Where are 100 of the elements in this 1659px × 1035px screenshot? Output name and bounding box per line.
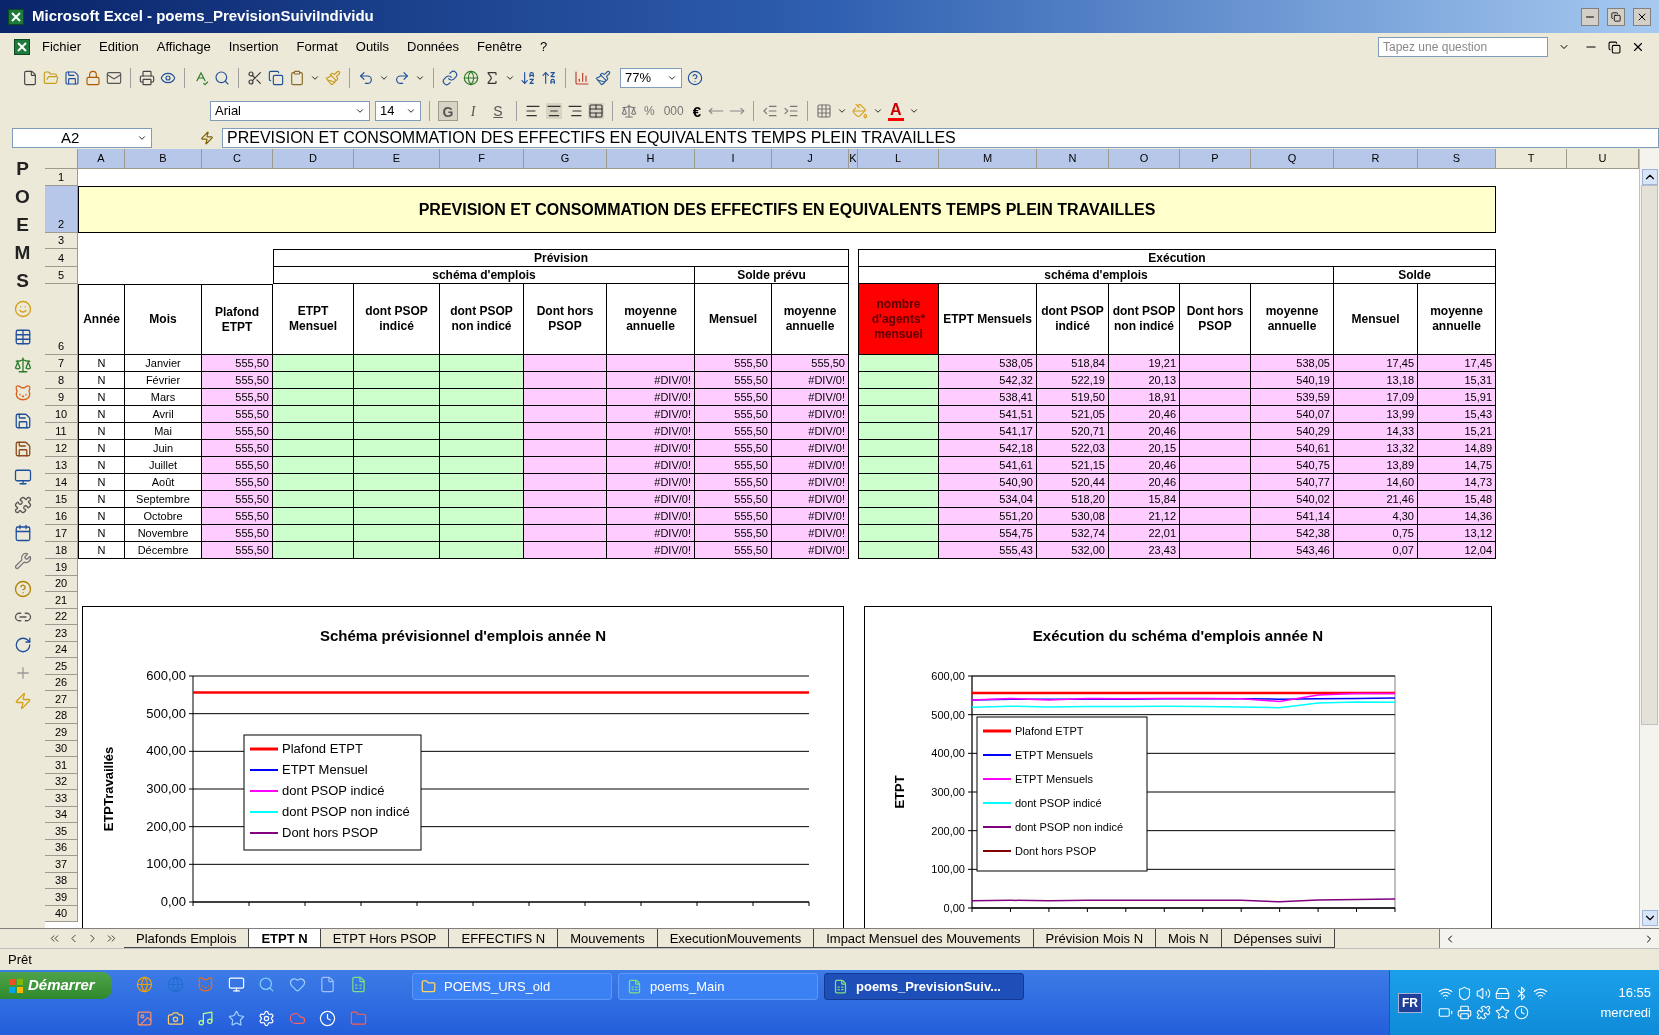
row-header[interactable]: 17	[45, 525, 78, 542]
column-header[interactable]: S	[1418, 149, 1496, 169]
sheet-tab[interactable]: Plafonds Emplois	[124, 929, 250, 948]
row-header[interactable]: 11	[45, 423, 78, 440]
column-header[interactable]: O	[1109, 149, 1180, 169]
refresh-icon[interactable]	[13, 636, 32, 654]
search-icon[interactable]	[258, 976, 275, 993]
link-icon[interactable]	[442, 70, 458, 86]
row-header[interactable]: 13	[45, 457, 78, 474]
increase-indent-icon[interactable]	[783, 103, 800, 119]
column-header[interactable]: Q	[1251, 149, 1334, 169]
puzzle-icon[interactable]	[13, 496, 32, 514]
paste-icon[interactable]	[289, 70, 305, 86]
column-header[interactable]: P	[1180, 149, 1251, 169]
sheet-tab[interactable]: Prévision Mois N	[1033, 929, 1157, 948]
cut-icon[interactable]	[247, 70, 263, 86]
close-icon[interactable]	[1633, 7, 1651, 26]
settings-icon[interactable]	[258, 1009, 275, 1027]
caret-icon[interactable]	[505, 73, 515, 83]
close-workbook-icon[interactable]	[1631, 40, 1645, 54]
save-icon[interactable]	[13, 412, 32, 430]
caret-icon[interactable]	[415, 73, 425, 83]
help-icon[interactable]	[13, 580, 32, 598]
row-header[interactable]: 2	[45, 186, 78, 233]
decrease-indent-icon[interactable]	[762, 103, 779, 119]
row-header[interactable]: 39	[45, 889, 78, 906]
menu-item[interactable]: Edition	[93, 35, 145, 59]
letter-button[interactable]: M	[14, 239, 31, 267]
column-header[interactable]: B	[125, 149, 202, 169]
row-header[interactable]: 25	[45, 658, 78, 675]
row-header[interactable]: 27	[45, 691, 78, 708]
music-icon[interactable]	[197, 1009, 214, 1027]
search-icon[interactable]	[214, 70, 230, 86]
column-header[interactable]: D	[273, 149, 354, 169]
clock-icon[interactable]	[1514, 1004, 1529, 1020]
scroll-down-icon[interactable]	[1641, 910, 1658, 926]
document-icon[interactable]	[319, 976, 336, 993]
sheet-tab[interactable]: Mois N	[1156, 929, 1222, 948]
row-header[interactable]: 1	[45, 169, 78, 186]
column-header[interactable]: E	[354, 149, 440, 169]
minimize-icon[interactable]	[1581, 7, 1599, 26]
align-center-icon[interactable]	[546, 103, 562, 119]
menu-item[interactable]: Format	[290, 35, 344, 59]
help-icon[interactable]	[687, 70, 703, 86]
heart-icon[interactable]	[288, 976, 306, 993]
row-header[interactable]: 12	[45, 440, 78, 457]
align-left-icon[interactable]	[525, 103, 541, 119]
row-header[interactable]: 8	[45, 372, 78, 389]
format-painter-icon[interactable]	[325, 70, 341, 86]
font-size-field[interactable]: 14	[375, 101, 421, 121]
sort-ascending-icon[interactable]	[520, 70, 536, 86]
menu-item[interactable]: Données	[401, 35, 466, 59]
row-header[interactable]: 21	[45, 592, 78, 609]
sheet-tab[interactable]: EFFECTIFS N	[449, 929, 559, 948]
number-format-button[interactable]: €	[690, 101, 704, 121]
volume-icon[interactable]	[1476, 985, 1491, 1001]
row-header[interactable]: 6	[45, 284, 78, 355]
zoom-field[interactable]: 77%	[620, 68, 682, 88]
column-header[interactable]: A	[78, 149, 125, 169]
image-icon[interactable]	[136, 1009, 153, 1027]
row-header[interactable]: 23	[45, 625, 78, 642]
chart-icon[interactable]	[574, 70, 590, 86]
horizontal-scrollbar[interactable]	[1439, 929, 1659, 948]
column-header[interactable]: N	[1037, 149, 1109, 169]
calendar-icon[interactable]	[13, 524, 32, 542]
sheet-tab[interactable]: Dépenses suivi	[1221, 929, 1335, 948]
row-header[interactable]: 9	[45, 389, 78, 406]
caret-icon[interactable]	[355, 106, 365, 116]
globe-icon[interactable]	[463, 70, 479, 86]
column-header[interactable]: R	[1334, 149, 1418, 169]
shield-icon[interactable]	[1457, 985, 1472, 1001]
column-header[interactable]: F	[440, 149, 524, 169]
first-sheet-icon[interactable]	[48, 932, 61, 945]
caret-icon[interactable]	[873, 106, 884, 116]
spelling-icon[interactable]	[193, 70, 209, 86]
menu-item[interactable]: ?	[533, 35, 554, 59]
sheet-tab[interactable]: ETPT N	[249, 929, 321, 948]
clock-icon[interactable]	[319, 1009, 336, 1027]
caret-icon[interactable]	[137, 133, 147, 143]
vertical-scrollbar[interactable]	[1639, 149, 1659, 928]
new-file-icon[interactable]	[22, 70, 38, 86]
font-field[interactable]: Arial	[210, 101, 370, 121]
column-header[interactable]: C	[202, 149, 273, 169]
row-header[interactable]: 18	[45, 542, 78, 559]
last-sheet-icon[interactable]	[105, 932, 118, 945]
sheet-tab[interactable]: Impact Mensuel des Mouvements	[814, 929, 1034, 948]
row-header[interactable]: 33	[45, 790, 78, 807]
number-format-button[interactable]: 000	[661, 101, 686, 121]
sheet-tab[interactable]: ExecutionMouvements	[657, 929, 815, 948]
caret-icon[interactable]	[379, 73, 389, 83]
help-field[interactable]: Tapez une question	[1378, 37, 1548, 57]
print-preview-icon[interactable]	[160, 70, 176, 86]
underline-button[interactable]: S	[488, 101, 508, 121]
caret-icon[interactable]	[406, 106, 416, 116]
menu-item[interactable]: Fenêtre	[471, 35, 528, 59]
align-right-icon[interactable]	[567, 103, 583, 119]
cat-icon[interactable]	[13, 384, 32, 402]
column-header[interactable]: L	[858, 149, 939, 169]
sort-descending-icon[interactable]	[541, 70, 557, 86]
row-header[interactable]: 37	[45, 856, 78, 873]
